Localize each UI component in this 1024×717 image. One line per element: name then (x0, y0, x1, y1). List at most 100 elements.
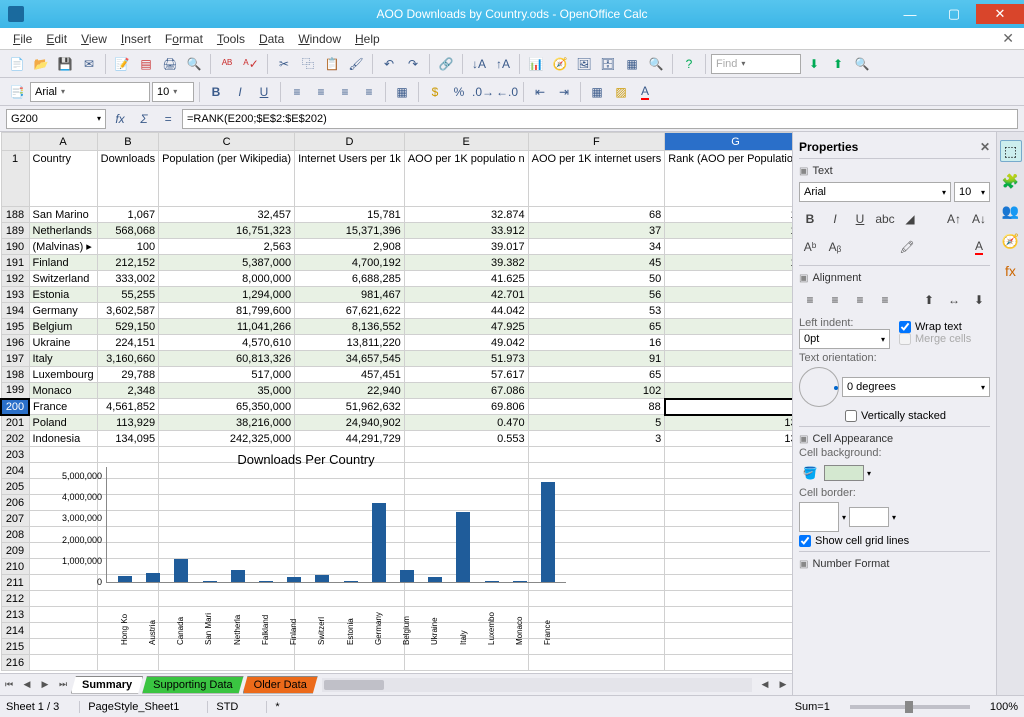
cell[interactable]: 8,000,000 (159, 271, 295, 287)
cell[interactable]: 2,348 (97, 383, 158, 399)
cell[interactable]: Estonia (29, 287, 97, 303)
cell[interactable]: 242,325,000 (159, 431, 295, 447)
cell[interactable]: 2,563 (159, 239, 295, 255)
deck-properties-icon[interactable]: ⬚ (1000, 140, 1022, 162)
row-header[interactable]: 212 (1, 591, 29, 607)
cell[interactable]: Luxembourg (29, 367, 97, 383)
undo-icon[interactable]: ↶ (378, 53, 400, 75)
cell[interactable]: 9 (665, 271, 792, 287)
wrap-text-checkbox[interactable]: Wrap text (899, 321, 990, 333)
row-header[interactable]: 210 (1, 559, 29, 575)
cell[interactable] (665, 447, 792, 463)
cell-reference-box[interactable]: G200▾ (6, 109, 106, 129)
deck-functions-icon[interactable]: fx (1000, 260, 1022, 282)
row-header[interactable]: 197 (1, 351, 29, 367)
cell[interactable]: Finland (29, 255, 97, 271)
menu-window[interactable]: Window (291, 30, 348, 48)
preview-icon[interactable]: 🔍 (183, 53, 205, 75)
align-left-icon[interactable]: ≡ (286, 81, 308, 103)
cell[interactable]: 49.042 (404, 335, 528, 351)
cell[interactable] (665, 655, 792, 671)
navigator-icon[interactable]: 🧭 (549, 53, 571, 75)
cell[interactable]: 8 (665, 287, 792, 303)
col-B[interactable]: B (97, 133, 158, 151)
cell[interactable]: 91 (528, 351, 665, 367)
cell[interactable]: 65,350,000 (159, 399, 295, 415)
open-icon[interactable]: 📂 (30, 53, 52, 75)
cell[interactable]: 6,688,285 (295, 271, 405, 287)
cell-icon[interactable]: ▦ (621, 53, 643, 75)
sb-font-size[interactable]: 10▾ (954, 182, 990, 202)
cell[interactable]: 529,150 (97, 319, 158, 335)
cell[interactable]: 32,457 (159, 207, 295, 223)
sum-icon[interactable]: Σ (134, 109, 154, 129)
sb-shrink-font-icon[interactable]: A↓ (968, 208, 990, 230)
cell[interactable]: 981,467 (295, 287, 405, 303)
sb-font-name[interactable]: Arial▾ (799, 182, 951, 202)
bgcolor-icon[interactable]: ▨ (610, 81, 632, 103)
cell[interactable]: 5,387,000 (159, 255, 295, 271)
cell[interactable]: 15,371,396 (295, 223, 405, 239)
select-all-corner[interactable] (1, 133, 29, 151)
col-E[interactable]: E (404, 133, 528, 151)
menu-help[interactable]: Help (348, 30, 387, 48)
status-mode[interactable]: STD (207, 701, 246, 713)
find-prev-icon[interactable]: ⬇ (803, 53, 825, 75)
border-style[interactable] (849, 507, 889, 527)
cell[interactable]: Monaco (29, 383, 97, 399)
border-preview[interactable] (799, 502, 839, 532)
cell[interactable]: 517,000 (159, 367, 295, 383)
row-header[interactable]: 1 (1, 151, 29, 207)
cell[interactable]: 12 (665, 223, 792, 239)
deck-gallery-icon[interactable]: 👥 (1000, 200, 1022, 222)
cell[interactable]: 33.912 (404, 223, 528, 239)
gallery-icon[interactable]: 🖼 (573, 53, 595, 75)
sb-sub-icon[interactable]: Aᵦ (824, 236, 846, 258)
vert-stacked-checkbox[interactable]: Vertically stacked (845, 410, 990, 422)
menu-insert[interactable]: Insert (114, 30, 158, 48)
row-header[interactable]: 204 (1, 463, 29, 479)
cell[interactable]: 1,067 (97, 207, 158, 223)
cell[interactable]: 3 (528, 431, 665, 447)
row-header[interactable]: 199 (1, 383, 29, 399)
hscroll-left-icon[interactable]: ◀ (756, 676, 774, 694)
sb-align-right-icon[interactable]: ≡ (849, 289, 871, 311)
cell[interactable]: Indonesia (29, 431, 97, 447)
function-wizard-icon[interactable]: fx (110, 109, 130, 129)
cell[interactable] (665, 527, 792, 543)
sb-underline-icon[interactable]: U (849, 208, 871, 230)
cell[interactable]: 5 (665, 335, 792, 351)
cell[interactable]: 65 (528, 319, 665, 335)
row-header[interactable]: 209 (1, 543, 29, 559)
equals-icon[interactable]: = (158, 109, 178, 129)
tab-first-icon[interactable]: ⏮ (0, 676, 18, 694)
font-name-combo[interactable]: Arial▾ (30, 82, 150, 102)
cell[interactable]: 24,940,902 (295, 415, 405, 431)
sb-valign-bot-icon[interactable]: ⬇ (968, 289, 990, 311)
sort-asc-icon[interactable]: ↓A (468, 53, 490, 75)
deck-navigator-icon[interactable]: 🧭 (1000, 230, 1022, 252)
cell[interactable]: Ukraine (29, 335, 97, 351)
embedded-chart[interactable]: Downloads Per Country 5,000,0004,000,000… (46, 448, 566, 628)
menu-edit[interactable]: Edit (39, 30, 74, 48)
cell[interactable]: 4,700,192 (295, 255, 405, 271)
cell[interactable]: 11 (665, 239, 792, 255)
cell[interactable]: Rank (AOO per Population) (665, 151, 792, 207)
horizontal-scrollbar[interactable] (322, 678, 752, 692)
cell[interactable]: 65 (528, 367, 665, 383)
sb-super-icon[interactable]: Aᵇ (799, 236, 821, 258)
minimize-button[interactable]: — (888, 4, 932, 24)
cell[interactable]: 42.701 (404, 287, 528, 303)
cell[interactable] (665, 479, 792, 495)
cell[interactable]: 134,095 (97, 431, 158, 447)
cell[interactable]: 50 (528, 271, 665, 287)
hyperlink-icon[interactable]: 🔗 (435, 53, 457, 75)
align-justify-icon[interactable]: ≡ (358, 81, 380, 103)
cell[interactable]: 51,962,632 (295, 399, 405, 415)
cell[interactable]: 55,255 (97, 287, 158, 303)
tab-prev-icon[interactable]: ◀ (18, 676, 36, 694)
pdf-icon[interactable]: ▤ (135, 53, 157, 75)
sb-italic-icon[interactable]: I (824, 208, 846, 230)
row-header[interactable]: 206 (1, 495, 29, 511)
copy-icon[interactable]: ⿻ (297, 53, 319, 75)
